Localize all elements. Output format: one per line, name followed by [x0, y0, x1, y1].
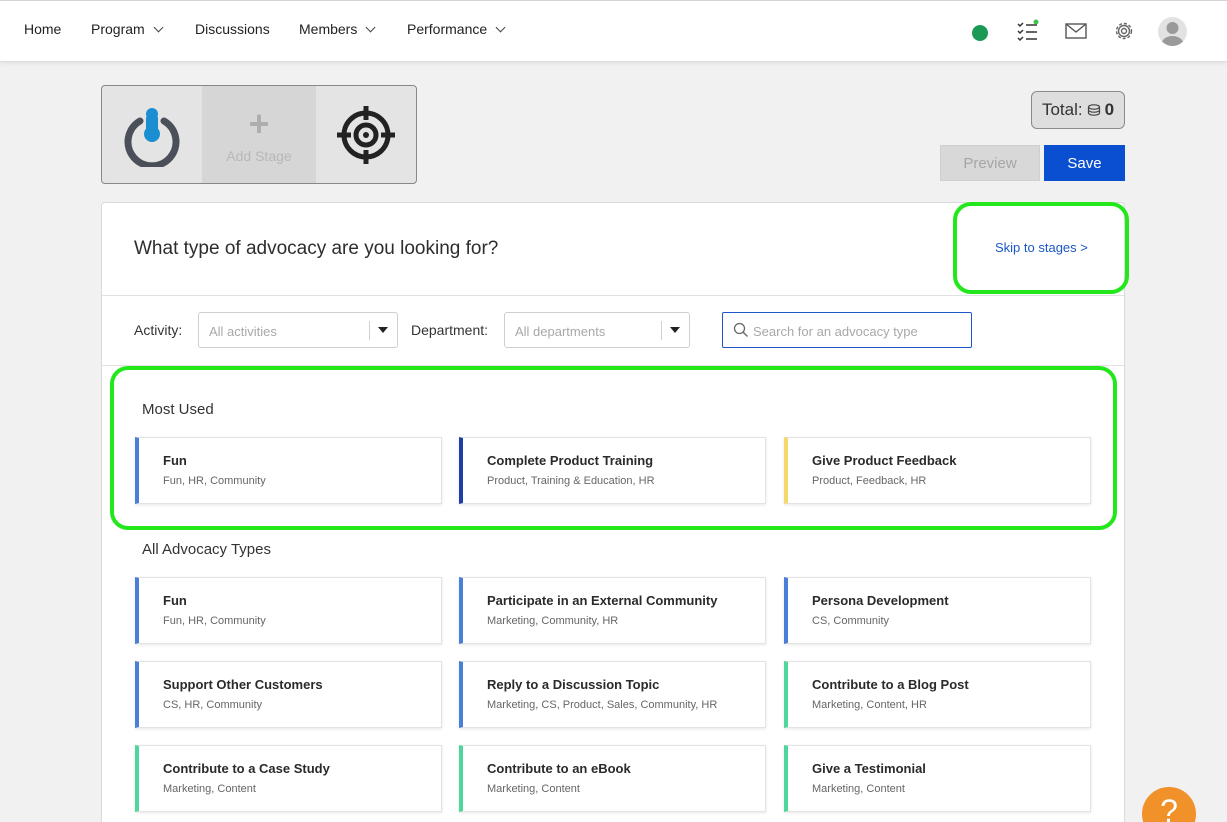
card-tags: Marketing, Content [487, 783, 580, 795]
skip-highlight-outline [953, 202, 1129, 294]
card-tags: CS, Community [812, 615, 890, 627]
most-used-highlight-outline [110, 366, 1117, 530]
advocacy-search[interactable] [722, 312, 972, 348]
top-navigation: Home Program Discussions Members Perform… [0, 0, 1227, 62]
card-title: Reply to a Discussion Topic [487, 677, 660, 692]
coins-icon [1087, 104, 1100, 116]
advocacy-card[interactable]: Fun Fun, HR, Community [135, 577, 442, 644]
card-tags: Marketing, CS, Product, Sales, Community… [487, 699, 718, 711]
chevron-down-icon [365, 22, 376, 32]
avatar[interactable] [1158, 17, 1187, 46]
add-stage-button[interactable]: + Add Stage [202, 86, 316, 183]
plus-icon: + [248, 102, 270, 144]
nav-members-label: Members [299, 21, 358, 37]
nav-program[interactable]: Program [91, 21, 164, 37]
card-tags: CS, HR, Community [163, 699, 263, 711]
advocacy-card[interactable]: Contribute to a Blog Post Marketing, Con… [784, 661, 1091, 728]
card-tags: Marketing, Content [812, 783, 905, 795]
advocacy-card[interactable]: Give a Testimonial Marketing, Content [784, 745, 1091, 812]
power-start-icon [124, 107, 180, 167]
goal-stage[interactable] [316, 86, 416, 183]
mail-icon[interactable] [1064, 19, 1088, 43]
stage-strip: + Add Stage [101, 85, 417, 184]
card-title: Persona Development [812, 593, 949, 608]
activity-select-value: All activities [209, 324, 277, 339]
advocacy-card[interactable]: Contribute to a Case Study Marketing, Co… [135, 745, 442, 812]
nav-discussions-label: Discussions [195, 21, 270, 37]
card-tags: Fun, HR, Community [163, 615, 266, 627]
start-stage[interactable] [102, 86, 202, 183]
card-title: Support Other Customers [163, 677, 323, 692]
search-icon [733, 322, 748, 337]
search-input[interactable] [753, 321, 963, 341]
help-button[interactable]: ? [1142, 787, 1196, 822]
total-label: Total: [1041, 100, 1083, 119]
card-title: Contribute to a Case Study [163, 761, 330, 776]
card-tags: Marketing, Community, HR [487, 615, 619, 627]
online-status-icon [972, 25, 988, 41]
preview-button[interactable]: Preview [940, 145, 1040, 181]
chevron-down-icon [495, 22, 506, 32]
total-value: 0 [1104, 100, 1115, 119]
nav-members[interactable]: Members [299, 21, 376, 37]
activity-label: Activity: [134, 322, 183, 338]
select-separator [661, 321, 662, 340]
advocacy-card[interactable]: Reply to a Discussion Topic Marketing, C… [459, 661, 766, 728]
select-separator [369, 321, 370, 340]
card-title: Contribute to a Blog Post [812, 677, 969, 692]
nav-performance[interactable]: Performance [407, 21, 506, 37]
nav-performance-label: Performance [407, 21, 488, 37]
card-tags: Marketing, Content, HR [812, 699, 927, 711]
card-title: Participate in an External Community [487, 593, 718, 608]
caret-down-icon [378, 327, 388, 333]
divider [102, 295, 1124, 296]
advocacy-card[interactable]: Participate in an External Community Mar… [459, 577, 766, 644]
advocacy-card[interactable]: Support Other Customers CS, HR, Communit… [135, 661, 442, 728]
department-select-value: All departments [515, 324, 606, 339]
chevron-down-icon [153, 22, 164, 32]
nav-home-label: Home [24, 21, 62, 37]
target-icon [336, 105, 395, 164]
advocacy-card[interactable]: Persona Development CS, Community [784, 577, 1091, 644]
card-title: Contribute to an eBook [487, 761, 631, 776]
checklist-icon[interactable] [1016, 19, 1040, 43]
total-points-badge: Total: 0 [1031, 91, 1125, 129]
department-label: Department: [411, 322, 489, 338]
department-select[interactable]: All departments [504, 312, 690, 348]
all-advocacy-types-title: All Advocacy Types [142, 541, 271, 558]
card-tags: Marketing, Content [163, 783, 256, 795]
gear-icon[interactable] [1112, 19, 1136, 43]
caret-down-icon [670, 327, 680, 333]
panel-title: What type of advocacy are you looking fo… [134, 238, 499, 259]
card-title: Fun [163, 593, 187, 608]
nav-discussions[interactable]: Discussions [195, 21, 270, 37]
save-button[interactable]: Save [1044, 145, 1125, 181]
activity-select[interactable]: All activities [198, 312, 398, 348]
add-stage-label: Add Stage [226, 147, 292, 164]
card-title: Give a Testimonial [812, 761, 926, 776]
nav-program-label: Program [91, 21, 145, 37]
nav-home[interactable]: Home [24, 21, 61, 37]
advocacy-card[interactable]: Contribute to an eBook Marketing, Conten… [459, 745, 766, 812]
